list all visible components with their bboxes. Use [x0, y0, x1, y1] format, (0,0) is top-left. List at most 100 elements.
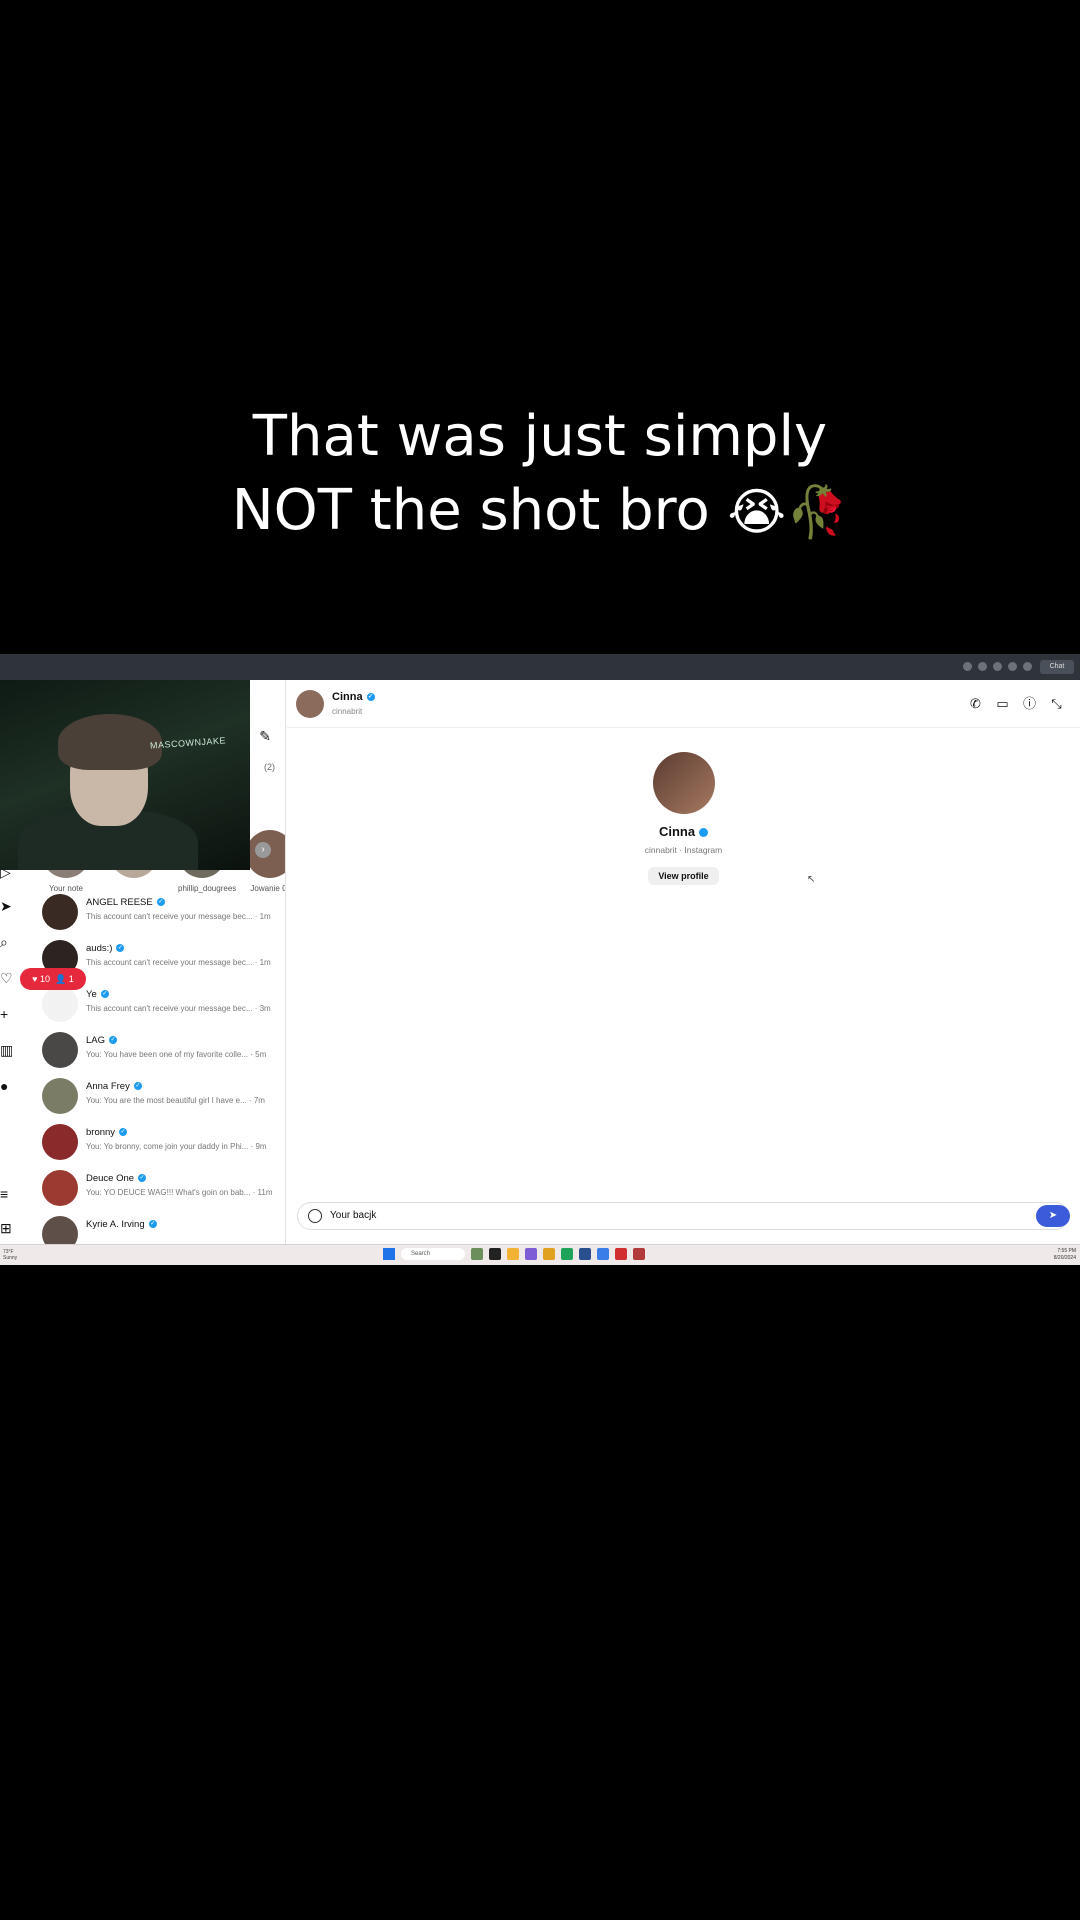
profile-avatar[interactable] [652, 752, 715, 814]
thread-item[interactable]: Deuce One ✓ You: YO DEUCE WAG!!! What's g… [42, 1170, 285, 1216]
caption-line-1: That was just simply [252, 404, 828, 469]
emoji-icon[interactable] [308, 1209, 322, 1223]
info-icon[interactable]: ⓘ [1022, 696, 1037, 711]
message-composer[interactable]: Your bacjk ➤ [297, 1202, 1070, 1230]
extension-icon[interactable] [993, 662, 1002, 671]
thread-name: ANGEL REESE [86, 897, 153, 908]
video-caption: That was just simply NOT the shot bro 😭🥀 [0, 400, 1080, 549]
view-profile-button[interactable]: View profile [648, 867, 719, 885]
thread-item[interactable]: LAG ✓ You: You have been one of my favori… [42, 1032, 285, 1078]
caption-line-2: NOT the shot bro [231, 478, 710, 543]
windows-start-icon[interactable] [383, 1248, 395, 1260]
note-name: phillip_dougrees [178, 884, 237, 893]
mouse-cursor-icon: ↖ [807, 874, 816, 885]
app-icon[interactable] [525, 1248, 537, 1260]
contact-name[interactable]: Cinna [332, 691, 363, 703]
requests-count[interactable]: (2) [264, 762, 275, 772]
thread-name: Deuce One [86, 1173, 135, 1184]
profile-name: Cinna [658, 824, 696, 839]
note-item[interactable]: Jowanie Cl [246, 830, 286, 893]
extension-icon[interactable] [963, 662, 972, 671]
tiktok-frame: That was just simply NOT the shot bro 😭🥀… [0, 0, 1080, 1920]
thread-avatar [42, 894, 78, 930]
thread-name: LAG [86, 1035, 106, 1046]
message-input[interactable]: Your bacjk [330, 1210, 376, 1221]
extension-icon[interactable] [978, 662, 987, 671]
thread-preview: This account can't receive your message … [86, 912, 271, 921]
app-icon[interactable] [633, 1248, 645, 1260]
contact-avatar[interactable] [296, 690, 324, 718]
weather-desc: Sunny [3, 1255, 18, 1261]
thread-avatar [42, 986, 78, 1022]
app-icon[interactable] [597, 1248, 609, 1260]
apps-icon[interactable]: ⊞ [0, 1220, 14, 1237]
weather-widget[interactable]: 73°F Sunny [3, 1249, 17, 1261]
thread-avatar [42, 1124, 78, 1160]
dashboard-icon[interactable]: ▥ [0, 1042, 14, 1059]
person-icon: 👤 [55, 974, 67, 984]
messenger-icon[interactable]: ➤ [0, 898, 14, 915]
thread-preview: You: You are the most beautiful girl I h… [86, 1096, 265, 1105]
profile-subtitle: cinnabrit · Instagram [644, 845, 723, 855]
folder-icon[interactable] [543, 1248, 555, 1260]
contact-username: cinnabrit [332, 707, 363, 716]
thread-name: Ye [86, 989, 97, 1000]
thread-name: bronny [86, 1127, 116, 1138]
thread-preview: You: YO DEUCE WAG!!! What's goin on bab.… [86, 1188, 273, 1197]
activity-notification[interactable]: ♥ 10 👤 1 [20, 968, 86, 990]
screen-recording: Chat ▷ ➤ ⌕ ♡ + ▥ ● ≡ ⊞ ✎ (2) Your note p… [0, 654, 1080, 1265]
taskbar-search[interactable]: Search [401, 1248, 465, 1260]
thread-avatar [42, 1032, 78, 1068]
conversation-pane: Cinna ✓ cinnabrit ✆ ▭ ⓘ ⤡ Cinna cinnabrit… [287, 680, 1080, 1244]
verified-badge-icon: ✓ [156, 898, 165, 907]
create-icon[interactable]: + [0, 1006, 14, 1022]
thread-item[interactable]: Kyrie A. Irving ✓ [42, 1216, 285, 1244]
app-icon[interactable] [579, 1248, 591, 1260]
chat-tab[interactable]: Chat [1040, 660, 1074, 674]
app-icon[interactable] [471, 1248, 483, 1260]
thread-avatar [42, 1078, 78, 1114]
browser-extension-icons[interactable] [963, 662, 1032, 671]
conversation-header: Cinna ✓ cinnabrit ✆ ▭ ⓘ ⤡ [287, 680, 1080, 728]
taskbar-clock[interactable]: 7:55 PM 8/20/2024 [1054, 1248, 1076, 1262]
taskbar-apps: Search [383, 1248, 645, 1260]
clock-date: 8/20/2024 [1053, 1255, 1076, 1261]
thread-item[interactable]: Ye ✓ This account can't receive your mess… [42, 986, 285, 1032]
verified-badge-icon [699, 828, 709, 838]
menu-icon[interactable]: ≡ [0, 1186, 14, 1202]
app-icon[interactable] [507, 1248, 519, 1260]
thread-item[interactable]: Anna Frey ✓ You: You are the most beautif… [42, 1078, 285, 1124]
likes-count: 10 [40, 974, 51, 984]
heart-icon[interactable]: ♡ [0, 970, 14, 987]
search-icon[interactable]: ⌕ [0, 934, 14, 951]
verified-badge-icon: ✓ [100, 990, 109, 999]
browser-toolbar: Chat [0, 654, 1080, 680]
thread-preview: You: Yo bronny, come join your daddy in … [86, 1142, 267, 1151]
profile-icon[interactable] [1023, 662, 1032, 671]
profile-avatar-icon[interactable]: ● [0, 1078, 14, 1094]
heart-icon: ♥ [32, 974, 38, 984]
thread-name: auds:) [86, 943, 113, 954]
browser-icon[interactable] [561, 1248, 573, 1260]
verified-badge-icon: ✓ [133, 1082, 142, 1091]
collapse-icon[interactable]: ⤡ [1049, 696, 1064, 711]
send-button[interactable]: ➤ [1036, 1205, 1070, 1227]
compose-icon[interactable]: ✎ [259, 728, 271, 745]
video-call-icon[interactable]: ▭ [995, 696, 1010, 711]
verified-badge-icon: ✓ [148, 1220, 157, 1229]
note-name: Jowanie Cl [250, 884, 286, 893]
thread-item[interactable]: bronny ✓ You: Yo bronny, come join your d… [42, 1124, 285, 1170]
phone-icon[interactable]: ✆ [968, 696, 983, 711]
note-name: Your note [49, 884, 83, 893]
webcam-person-hair [58, 714, 162, 770]
app-icon[interactable] [615, 1248, 627, 1260]
notes-next-arrow-icon[interactable]: › [255, 842, 271, 858]
verified-badge-icon: ✓ [109, 1036, 118, 1045]
caption-emoji: 😭🥀 [727, 483, 849, 541]
verified-badge-icon: ✓ [366, 693, 375, 702]
thread-item[interactable]: ANGEL REESE ✓ This account can't receive … [42, 894, 285, 940]
thread-avatar [42, 1216, 78, 1244]
webcam-overlay: MASCOWNJAKE [0, 680, 250, 870]
app-icon[interactable] [489, 1248, 501, 1260]
star-icon[interactable] [1008, 662, 1017, 671]
